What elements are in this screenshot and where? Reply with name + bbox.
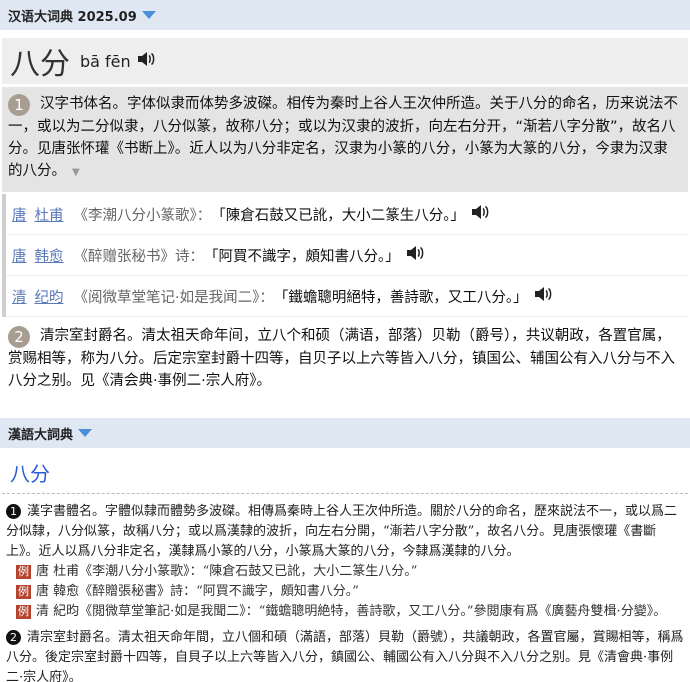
speaker-icon[interactable]	[471, 204, 489, 224]
dict2-sense-2: 2 清宗室封爵名。清太祖天命年間，立八個和碩（滿語，部落）貝勒（爵號），共議朝政，…	[6, 628, 684, 682]
dict2-section: 漢語大詞典 八分 1 漢字書體名。字體似隸而體勢多波磔。相傳爲秦時上谷人王次仲所造…	[0, 418, 690, 682]
quote-text: 「阿買不識字，頗知書八分。」	[204, 248, 400, 265]
example-line: 例清 紀昀《閲微草堂筆記·如是我聞二》：“鐵蟾聰明絶特，善詩歌，又工八分。”參閲…	[6, 602, 684, 622]
example-tag: 例	[16, 565, 31, 579]
sense-number: 1	[6, 504, 21, 519]
quote-dynasty[interactable]: 唐	[12, 245, 27, 266]
quote-item: 唐 杜甫 《李潮八分小篆歌》： 「陳倉石鼓又已訛，大小二篆生八分。」	[6, 194, 688, 235]
quote-dynasty[interactable]: 唐	[12, 204, 27, 225]
quote-text: 「鐵蟾聰明絕特，善詩歌，又工八分。」	[273, 289, 528, 306]
quote-source: 《醉赠张秘书》诗：	[73, 248, 205, 265]
pinyin: bā fēn	[80, 51, 131, 71]
dict1-title: 汉语大词典 2025.09	[8, 9, 137, 25]
quote-source: 《李潮八分小篆歌》：	[73, 207, 212, 224]
quote-item: 清 纪昀 《阅微草堂笔记·如是我闻二》： 「鐵蟾聰明絕特，善詩歌，又工八分。」	[6, 276, 688, 317]
sense-1: 1 汉字书体名。字体似隶而体势多波磔。相传为秦时上谷人王次仲所造。关于八分的命名，…	[2, 87, 688, 192]
quote-author[interactable]: 杜甫	[35, 204, 64, 225]
entry-headword: 八分 bā fēn	[2, 38, 688, 84]
example-tag: 例	[16, 605, 31, 619]
sense-2: 2 清宗室封爵名。清太祖天命年间，立八个和硕（满语，部落）贝勒（爵号），共议朝政，…	[2, 325, 688, 392]
dict2-title: 漢語大詞典	[8, 427, 74, 443]
caret-down-icon[interactable]	[141, 11, 156, 19]
sense-2-text: 清宗室封爵名。清太祖天命年间，立八个和硕（满语，部落）贝勒（爵号），共议朝政，各…	[8, 328, 675, 389]
example-line: 例唐 杜甫《李潮八分小篆歌》：“陳倉石鼓又已訛，大小二篆生八分。”	[6, 562, 684, 582]
sense-1-text: 汉字书体名。字体似隶而体势多波磔。相传为秦时上谷人王次仲所造。关于八分的命名，历…	[8, 96, 678, 179]
dict2-body: 1 漢字書體名。字體似隸而體勢多波磔。相傳爲秦時上谷人王次仲所造。關於八分的命名，…	[0, 494, 690, 682]
quote-item: 唐 韩愈 《醉赠张秘书》诗： 「阿買不識字，頗知書八分。」	[6, 235, 688, 276]
dict2-sense-2-text: 清宗室封爵名。清太祖天命年間，立八個和碩（滿語，部落）貝勒（爵號），共議朝政，各…	[6, 630, 684, 682]
example-text: 清 紀昀《閲微草堂筆記·如是我聞二》：“鐵蟾聰明絶特，善詩歌，又工八分。”參閲康…	[36, 604, 667, 619]
speaker-icon[interactable]	[137, 51, 155, 71]
speaker-icon[interactable]	[406, 245, 424, 265]
expand-more-icon[interactable]: ▼	[72, 167, 80, 178]
sense-number: 1	[8, 94, 30, 116]
example-tag: 例	[16, 585, 31, 599]
speaker-icon[interactable]	[534, 286, 552, 306]
dict2-sense-1: 1 漢字書體名。字體似隸而體勢多波磔。相傳爲秦時上谷人王次仲所造。關於八分的命名，…	[6, 502, 684, 562]
quote-author[interactable]: 韩愈	[35, 245, 64, 266]
example-text: 唐 韓愈《醉贈張秘書》詩：“阿買不識字，頗知書八分。”	[36, 584, 359, 599]
dict2-sense-1-text: 漢字書體名。字體似隸而體勢多波磔。相傳爲秦時上谷人王次仲所造。關於八分的命名，歷…	[6, 504, 678, 559]
quote-dynasty[interactable]: 清	[12, 286, 27, 307]
dict2-header: 漢語大詞典	[0, 418, 690, 448]
headword: 八分	[10, 47, 70, 82]
sense-number: 2	[8, 326, 30, 348]
quote-text: 「陳倉石鼓又已訛，大小二篆生八分。」	[211, 207, 465, 224]
quote-author[interactable]: 纪昀	[35, 286, 64, 307]
sense-number: 2	[6, 630, 21, 645]
quote-source: 《阅微草堂笔记·如是我闻二》：	[73, 289, 274, 306]
quote-list: 唐 杜甫 《李潮八分小篆歌》： 「陳倉石鼓又已訛，大小二篆生八分。」 唐 韩愈 …	[2, 194, 688, 317]
dict1-header: 汉语大词典 2025.09	[0, 0, 690, 30]
caret-down-icon[interactable]	[78, 429, 93, 437]
example-text: 唐 杜甫《李潮八分小篆歌》：“陳倉石鼓又已訛，大小二篆生八分。”	[36, 564, 418, 579]
dict2-headword: 八分	[2, 448, 688, 494]
example-line: 例唐 韓愈《醉贈張秘書》詩：“阿買不識字，頗知書八分。”	[6, 582, 684, 602]
